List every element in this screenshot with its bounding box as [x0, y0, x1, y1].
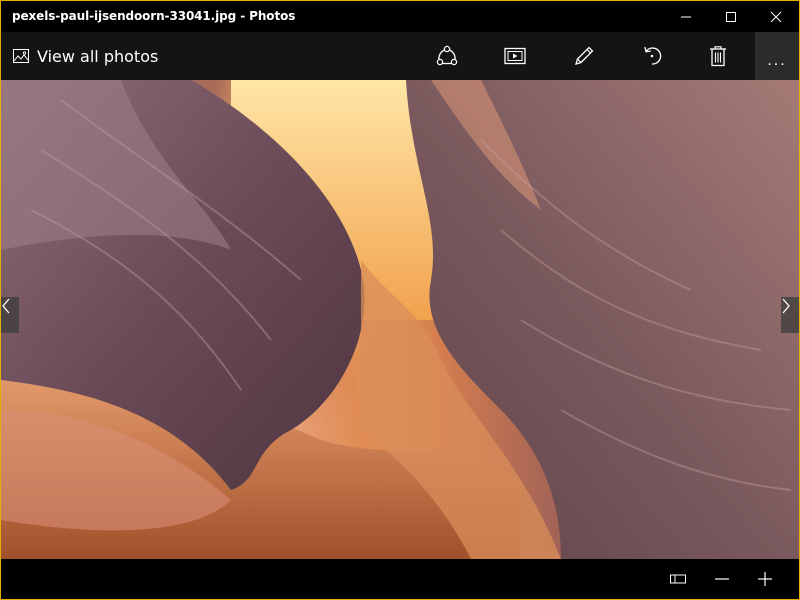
- edit-pencil-icon: [575, 46, 594, 65]
- fit-to-window-icon: [670, 574, 686, 584]
- share-icon: [436, 45, 458, 66]
- previous-photo-button[interactable]: [1, 297, 19, 333]
- chevron-right-icon: [782, 298, 790, 314]
- photo-canvas[interactable]: [1, 80, 799, 559]
- view-all-photos-label: View all photos: [37, 46, 159, 66]
- zoom-in-icon: [758, 572, 772, 586]
- window-title: pexels-paul-ijsendoorn-33041.jpg - Photo…: [12, 9, 296, 23]
- delete-button[interactable]: [700, 38, 736, 74]
- bottom-bar: [1, 559, 799, 599]
- minimize-button[interactable]: [663, 1, 709, 32]
- next-photo-button[interactable]: [781, 297, 799, 333]
- zoom-out-button[interactable]: [706, 563, 738, 595]
- close-button[interactable]: [753, 1, 799, 32]
- delete-icon: [710, 46, 726, 67]
- maximize-icon: [726, 11, 736, 22]
- view-all-photos-button[interactable]: View all photos: [13, 44, 158, 68]
- more-options-button[interactable]: ...: [755, 32, 799, 80]
- zoom-in-button[interactable]: [749, 563, 781, 595]
- minimize-icon: [681, 16, 691, 17]
- zoom-out-icon: [715, 578, 729, 580]
- rotate-button[interactable]: [634, 38, 670, 74]
- fit-to-window-button[interactable]: [662, 563, 694, 595]
- close-icon: [770, 11, 782, 22]
- share-button[interactable]: [429, 38, 465, 74]
- slideshow-button[interactable]: [497, 38, 533, 74]
- rotate-icon: [644, 46, 662, 65]
- edit-button[interactable]: [566, 38, 602, 74]
- photo-image: [1, 80, 799, 559]
- title-bar: pexels-paul-ijsendoorn-33041.jpg - Photo…: [1, 1, 799, 32]
- maximize-button[interactable]: [708, 1, 754, 32]
- chevron-left-icon: [2, 298, 10, 314]
- photo-icon: [13, 49, 29, 63]
- toolbar: View all photos ...: [1, 32, 799, 80]
- slideshow-icon: [504, 47, 526, 65]
- photos-window: pexels-paul-ijsendoorn-33041.jpg - Photo…: [0, 0, 800, 600]
